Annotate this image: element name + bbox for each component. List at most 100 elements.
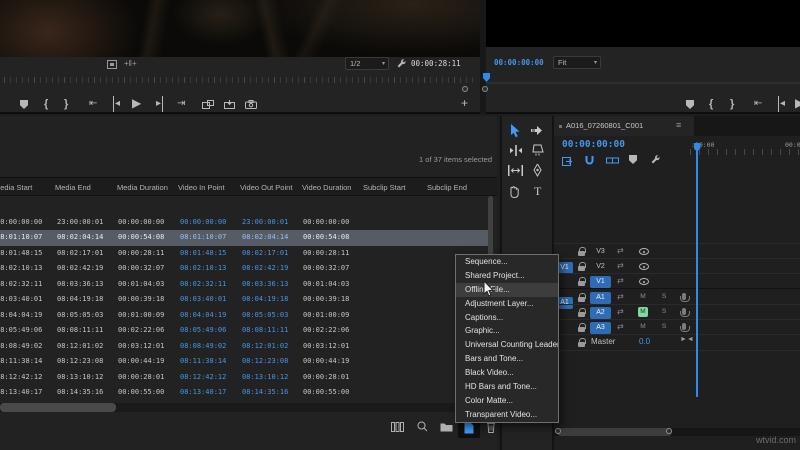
linked-selection-icon[interactable] (606, 155, 619, 168)
zoom-level-select[interactable]: Fit▾ (553, 56, 601, 69)
program-scrubber[interactable] (486, 82, 800, 84)
timeline-scrollbar-thumb[interactable] (557, 428, 672, 436)
voiceover-mic-icon[interactable] (682, 323, 686, 330)
menu-item-bars-and-tone[interactable]: Bars and Tone... (456, 352, 558, 366)
timeline-zoom-handle-left[interactable] (555, 428, 561, 434)
timeline-timecode[interactable]: 00:00:00:00 (562, 139, 625, 150)
menu-item-graphic[interactable]: Graphic... (456, 324, 558, 338)
column-header[interactable]: Media Start (0, 183, 32, 192)
horizontal-scrollbar[interactable] (0, 403, 497, 412)
timeline-settings-wrench-icon[interactable] (650, 154, 661, 167)
lock-icon[interactable] (578, 297, 585, 302)
column-header[interactable]: Media Duration (117, 183, 168, 192)
master-volume-value[interactable]: 0.0 (639, 337, 650, 346)
menu-item-sequence[interactable]: Sequence... (456, 255, 558, 269)
export-frame-button[interactable] (245, 100, 257, 111)
column-header[interactable]: Video In Point (178, 183, 225, 192)
toggle-track-output-eye-icon[interactable] (639, 248, 649, 255)
resolution-select[interactable]: 1/2▾ (345, 57, 389, 70)
new-bin-icon[interactable] (440, 421, 453, 443)
timeline-ruler[interactable] (690, 149, 800, 155)
source-scrubber[interactable] (4, 77, 474, 83)
source-zoom-handle[interactable] (462, 86, 468, 92)
add-marker-button[interactable] (686, 99, 694, 115)
program-monitor-video[interactable] (486, 0, 800, 47)
column-header[interactable]: Video Duration (302, 183, 351, 192)
panel-divider[interactable] (480, 0, 486, 114)
add-marker-icon[interactable] (629, 155, 637, 166)
table-row[interactable]: 08:12:42:1208:13:10:1200:00:28:0108:12:4… (0, 370, 488, 385)
track-header-a1[interactable]: A1A1⇄MS (554, 290, 800, 305)
program-zoom-handle[interactable] (482, 86, 488, 92)
track-header-v3[interactable]: V3 ⇄ (554, 244, 800, 259)
mark-in-button[interactable]: { (44, 96, 48, 112)
menu-item-shared-project[interactable]: Shared Project... (456, 269, 558, 283)
add-marker-button[interactable] (20, 99, 28, 115)
track-badge-a3[interactable]: A3 (590, 322, 611, 334)
razor-tool[interactable] (532, 144, 548, 160)
table-row[interactable]: 08:05:49:0608:08:11:1100:02:22:0608:05:4… (0, 323, 488, 338)
mark-out-button[interactable]: } (64, 96, 68, 112)
table-row[interactable]: 08:01:48:1508:02:17:0100:00:28:1108:01:4… (0, 246, 488, 261)
lock-icon[interactable] (578, 342, 585, 347)
column-header[interactable]: Video Out Point (240, 183, 292, 192)
track-badge-v3[interactable]: V3 (590, 246, 611, 258)
voiceover-mic-icon[interactable] (682, 293, 686, 300)
table-row[interactable]: 08:03:40:0108:04:19:1800:00:39:1808:03:4… (0, 292, 488, 307)
master-track-label[interactable]: Master (591, 337, 615, 346)
solo-button[interactable]: S (659, 322, 669, 332)
button-editor-plus[interactable]: + (461, 95, 468, 111)
insert-button[interactable] (202, 100, 214, 111)
track-select-forward-tool[interactable] (531, 125, 547, 141)
lock-icon[interactable] (578, 281, 585, 286)
track-badge-a1[interactable]: A1 (590, 292, 611, 304)
play-button[interactable]: ▶ (795, 95, 800, 111)
solo-button[interactable]: S (659, 292, 669, 302)
step-back-button[interactable]: ◂ (778, 96, 785, 112)
timeline-zoom-handle-right[interactable] (666, 428, 672, 434)
lock-icon[interactable] (578, 327, 585, 332)
settings-wrench-icon[interactable] (396, 58, 407, 71)
play-button[interactable]: ▶ (132, 95, 141, 111)
toggle-track-output-eye-icon[interactable] (639, 278, 649, 285)
step-forward-button[interactable]: ▸ (156, 96, 163, 112)
ripple-edit-tool[interactable] (509, 145, 525, 161)
step-back-button[interactable]: ◂ (113, 96, 120, 112)
safe-margins-icon[interactable] (107, 60, 117, 71)
go-to-in-button[interactable]: ⇤ (89, 96, 97, 112)
sync-lock-icon[interactable]: ⇄ (617, 262, 624, 270)
track-badge-a2[interactable]: A2 (590, 307, 611, 319)
table-row[interactable]: 08:01:10:0708:02:04:1400:00:54:0808:01:1… (0, 230, 488, 245)
track-header-v1[interactable]: V1⇄ (554, 274, 800, 289)
menu-item-adjustment-layer[interactable]: Adjustment Layer... (456, 297, 558, 311)
selection-tool[interactable] (509, 124, 525, 140)
timeline-playhead-line[interactable] (696, 143, 698, 397)
solo-button[interactable]: S (659, 307, 669, 317)
column-header[interactable]: Media End (55, 183, 91, 192)
mute-button[interactable]: M (638, 292, 648, 302)
track-header-v2[interactable]: V1V2⇄ (554, 259, 800, 274)
find-icon[interactable] (417, 421, 428, 443)
track-badge-v2[interactable]: V2 (590, 261, 611, 273)
lock-icon[interactable] (578, 266, 585, 271)
clear-trash-icon[interactable] (486, 421, 496, 443)
fit-icon[interactable]: ►◄ (680, 336, 694, 343)
menu-item-universal-counting-leader[interactable]: Universal Counting Leader... (456, 338, 558, 352)
source-monitor-video[interactable] (0, 0, 480, 57)
horizontal-scrollbar-thumb[interactable] (0, 403, 116, 412)
table-row[interactable]: 08:13:40:1708:14:35:1600:00:55:0008:13:4… (0, 385, 488, 400)
overwrite-button[interactable] (224, 100, 235, 111)
sync-lock-icon[interactable]: ⇄ (617, 293, 624, 301)
sequence-tab[interactable]: A016_07260801_C001 (554, 116, 694, 136)
column-header[interactable]: Subclip Start (363, 183, 406, 192)
sync-lock-icon[interactable]: ⇄ (617, 247, 624, 255)
menu-item-hd-bars-and-tone[interactable]: HD Bars and Tone... (456, 380, 558, 394)
menu-item-black-video[interactable]: Black Video... (456, 366, 558, 380)
table-row[interactable]: 08:08:49:0208:12:01:0200:03:12:0108:08:4… (0, 339, 488, 354)
comparison-view-icon[interactable]: +‖+ (124, 59, 137, 68)
table-row[interactable]: 08:11:38:1408:12:23:0800:00:44:1908:11:3… (0, 354, 488, 369)
slip-tool[interactable] (508, 165, 524, 181)
track-badge-v1[interactable]: V1 (590, 276, 611, 288)
hand-tool[interactable] (509, 185, 525, 201)
mark-in-button[interactable]: { (709, 96, 713, 112)
